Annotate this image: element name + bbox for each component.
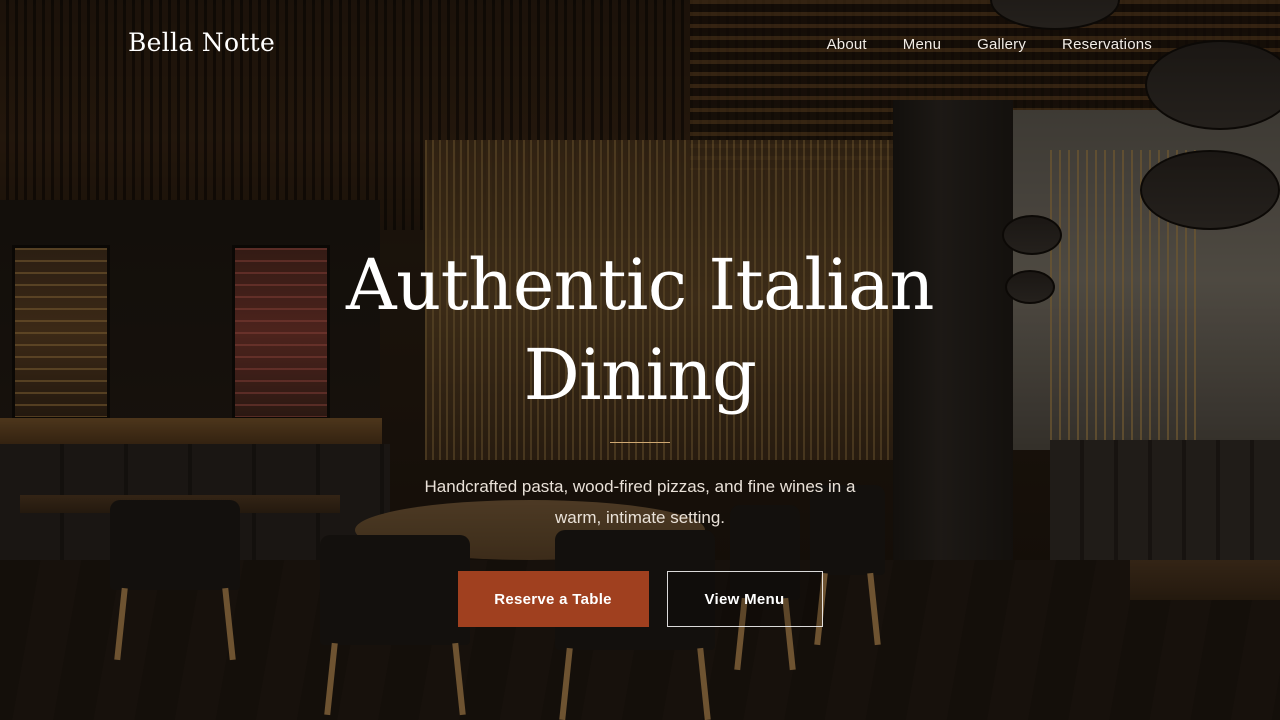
- hero-divider: [610, 442, 670, 443]
- reserve-table-button[interactable]: Reserve a Table: [457, 571, 649, 627]
- hero-title-line-2: Dining: [523, 334, 757, 416]
- nav-link-menu[interactable]: Menu: [903, 36, 941, 53]
- hero-section: Authentic Italian Dining Handcrafted pas…: [0, 240, 1280, 627]
- hero-title: Authentic Italian Dining: [0, 240, 1280, 420]
- hero-title-line-1: Authentic Italian: [346, 244, 934, 326]
- view-menu-button[interactable]: View Menu: [666, 571, 823, 627]
- hero-subtitle: Handcrafted pasta, wood-fired pizzas, an…: [424, 477, 856, 527]
- nav-link-gallery[interactable]: Gallery: [977, 36, 1026, 53]
- brand-logo[interactable]: Bella Notte: [128, 28, 275, 57]
- main-nav: About Menu Gallery Reservations: [827, 36, 1152, 53]
- nav-link-about[interactable]: About: [827, 36, 867, 53]
- nav-link-reservations[interactable]: Reservations: [1062, 36, 1152, 53]
- cta-group: Reserve a Table View Menu: [0, 571, 1280, 627]
